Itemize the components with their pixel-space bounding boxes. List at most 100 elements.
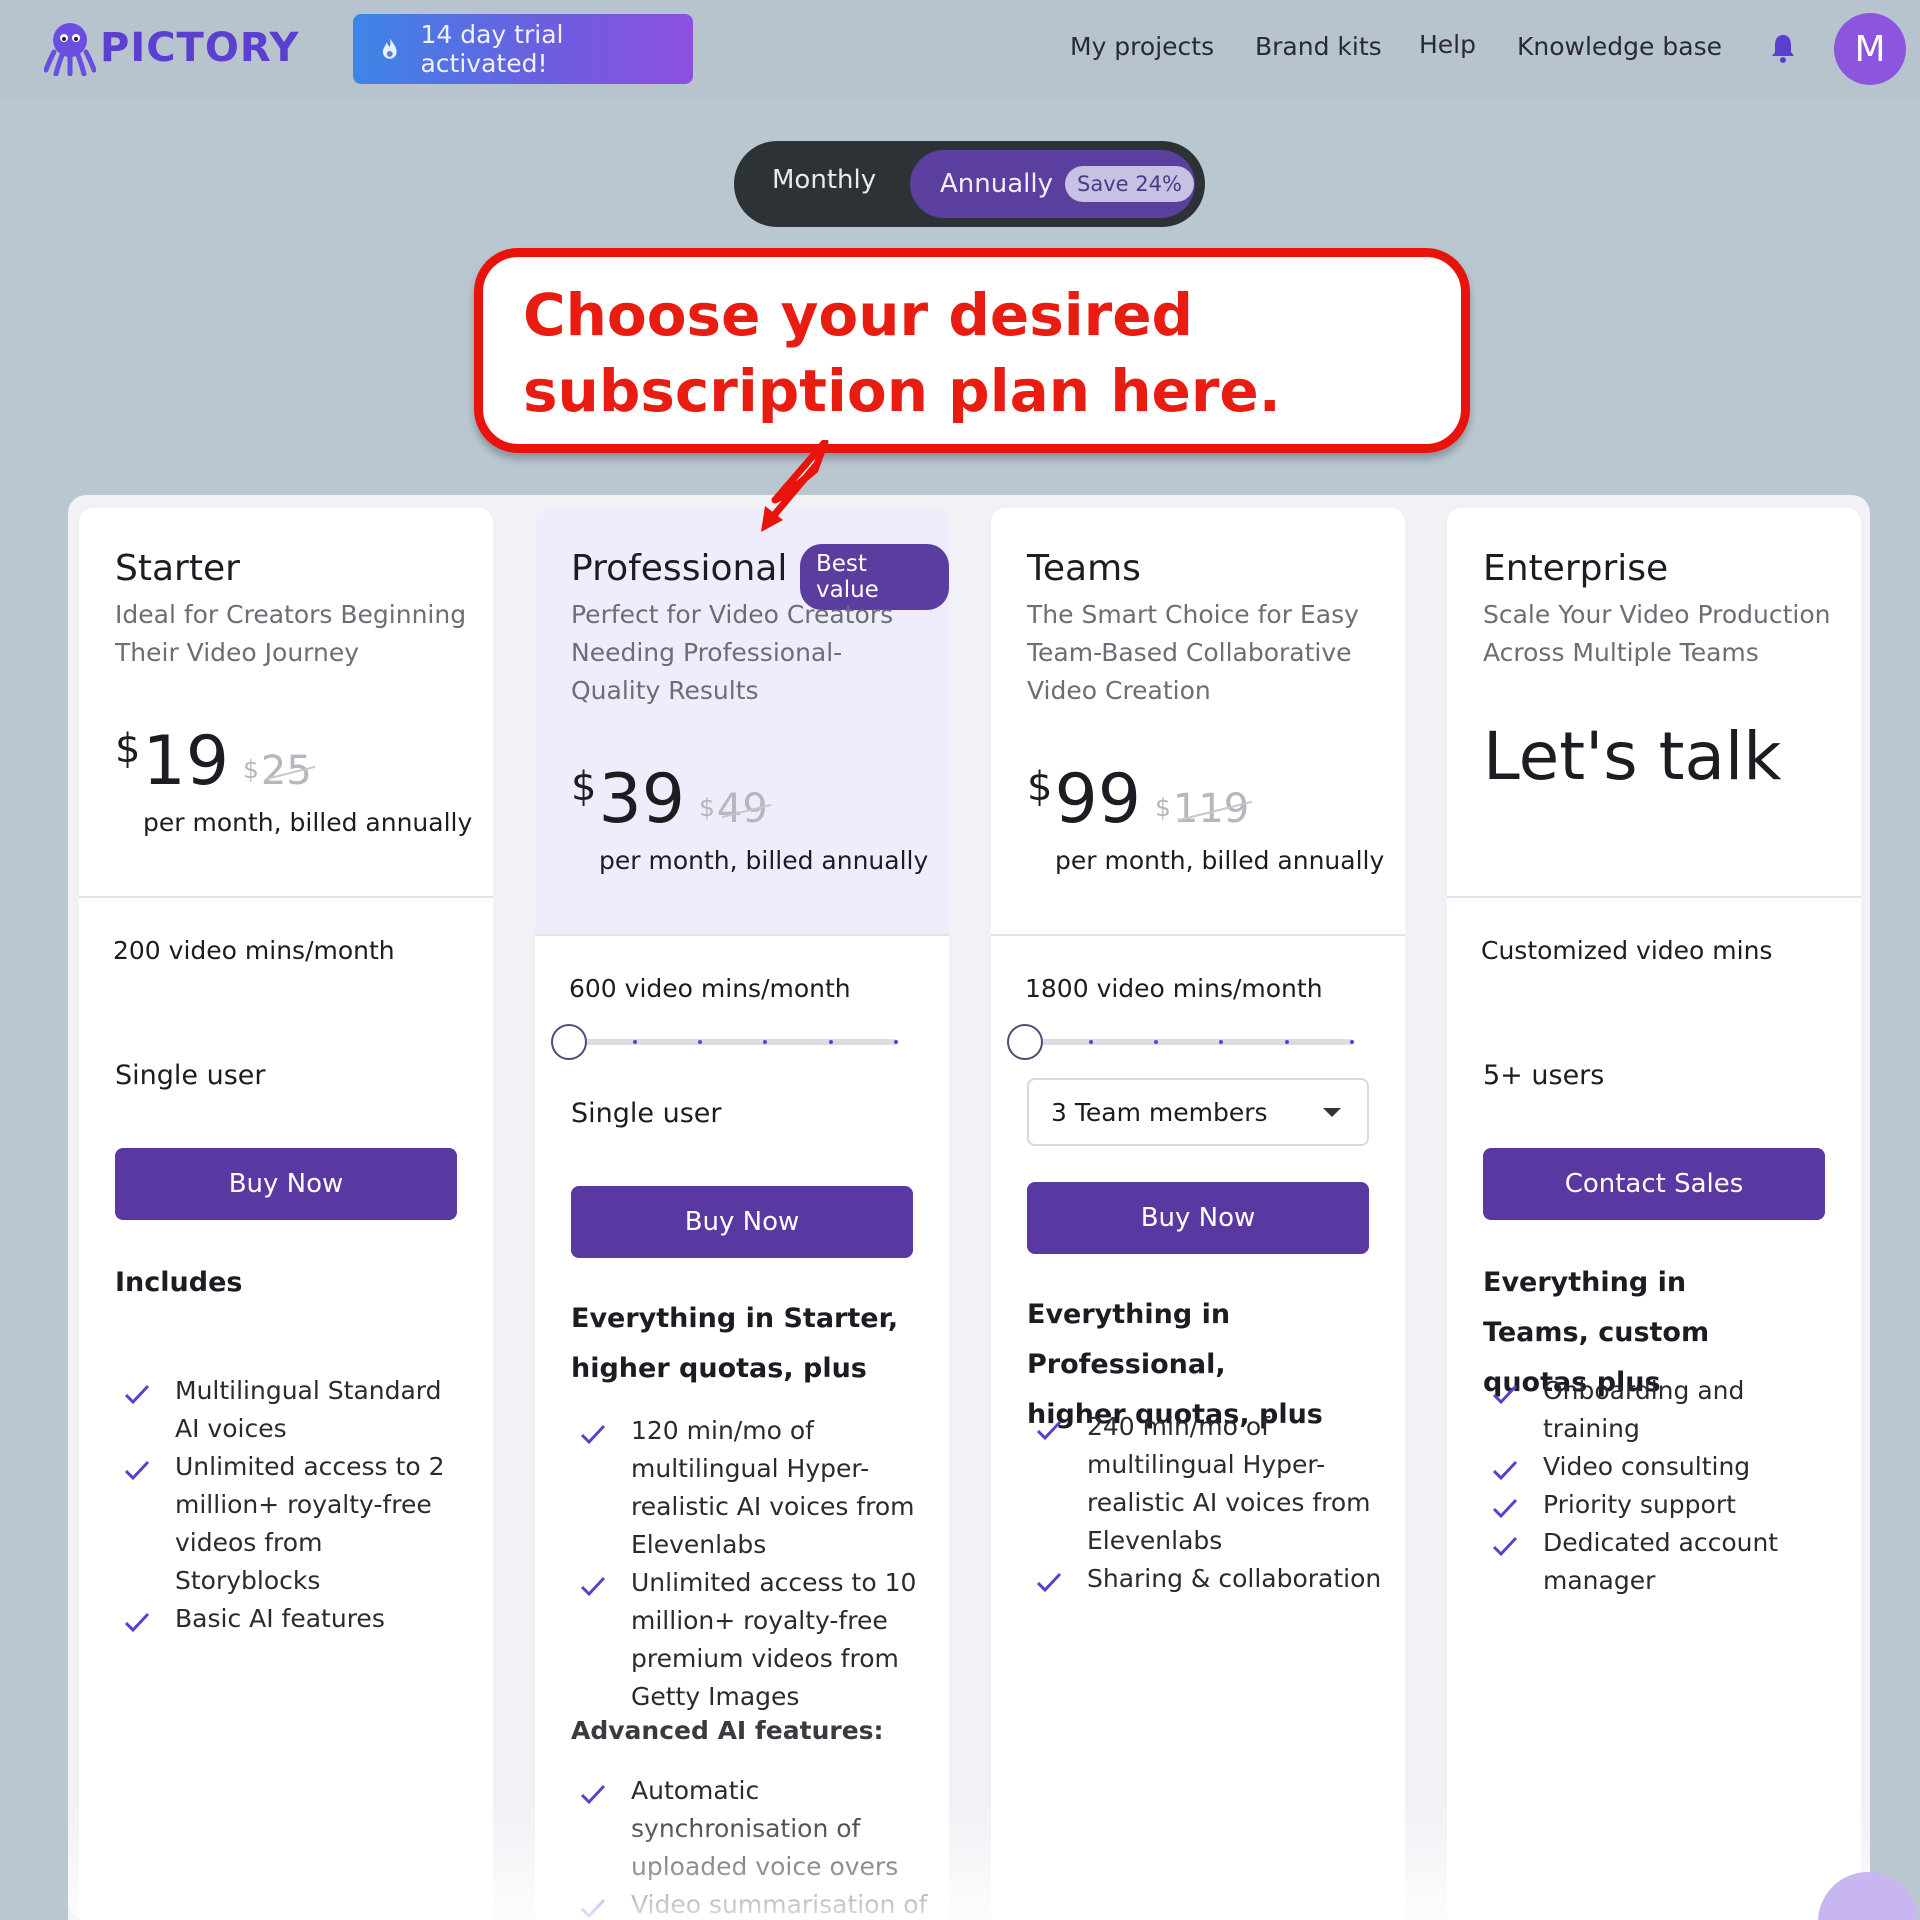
user-avatar[interactable]: M — [1834, 13, 1906, 85]
pictory-logo[interactable]: PICTORY — [44, 20, 299, 76]
octopus-logo-icon — [44, 23, 96, 76]
currency-symbol: $ — [1027, 764, 1053, 810]
minutes-slider[interactable] — [1007, 1022, 1377, 1062]
bell-icon[interactable] — [1768, 32, 1798, 64]
feature-item: Onboarding and training — [1491, 1372, 1841, 1448]
feature-list: Onboarding and training Video consulting… — [1491, 1372, 1841, 1600]
toggle-annually-label: Annually — [940, 169, 1053, 199]
minutes-slider[interactable] — [551, 1022, 921, 1062]
user-count: Single user — [115, 1060, 266, 1091]
nav-help[interactable]: Help — [1419, 30, 1476, 59]
feature-list: Multilingual Standard AI voices Unlimite… — [123, 1372, 473, 1638]
slider-tick — [894, 1040, 898, 1044]
plan-description: Perfect for Video Creators Needing Profe… — [571, 600, 894, 705]
feature-item: Dedicated account manager — [1491, 1524, 1841, 1600]
slider-tick — [1285, 1040, 1289, 1044]
user-count: 5+ users — [1483, 1060, 1605, 1091]
buy-now-button[interactable]: Buy Now — [571, 1186, 913, 1258]
slider-tick — [1350, 1040, 1354, 1044]
trial-banner[interactable]: 14 day trial activated! — [353, 14, 693, 84]
feature-item: Sharing & collaboration — [1035, 1560, 1385, 1598]
plan-price: $ 19 $25 — [115, 722, 312, 801]
old-price: $49 — [698, 786, 768, 832]
checkmark-icon — [124, 1384, 150, 1405]
plan-name: Professional — [571, 548, 788, 589]
slider-thumb[interactable] — [551, 1024, 587, 1060]
checkmark-icon — [580, 1784, 606, 1805]
video-mins: 600 video mins/month — [569, 974, 851, 1003]
checkmark-icon — [580, 1576, 606, 1597]
plan-name: Starter — [115, 548, 240, 589]
includes-heading: Includes — [115, 1267, 243, 1298]
slider-tick — [1154, 1040, 1158, 1044]
feature-list: 120 min/mo of multilingual Hyper-realist… — [579, 1412, 929, 1716]
checkmark-icon — [1036, 1420, 1062, 1441]
team-members-select[interactable]: 3 Team members — [1027, 1078, 1369, 1146]
checkmark-icon — [1492, 1384, 1518, 1405]
includes-heading: Everything in Starter, higher quotas, pl… — [571, 1303, 899, 1384]
video-mins: 1800 video mins/month — [1025, 974, 1323, 1003]
toggle-annually[interactable]: Annually Save 24% — [910, 150, 1195, 218]
checkmark-icon — [580, 1424, 606, 1445]
feature-item: 240 min/mo of multilingual Hyper-realist… — [1035, 1408, 1385, 1560]
video-mins: 200 video mins/month — [113, 936, 395, 965]
slider-tick — [763, 1040, 767, 1044]
slider-tick — [698, 1040, 702, 1044]
currency-symbol: $ — [115, 726, 141, 772]
feature-item: Unlimited access to 10 million+ royalty-… — [579, 1564, 929, 1716]
team-members-value: 3 Team members — [1051, 1097, 1268, 1127]
slider-track — [1025, 1039, 1353, 1045]
plan-name: Teams — [1027, 548, 1141, 589]
save-badge: Save 24% — [1065, 166, 1194, 202]
checkmark-icon — [124, 1612, 150, 1633]
contact-sales-button[interactable]: Contact Sales — [1483, 1148, 1825, 1220]
checkmark-icon — [1492, 1498, 1518, 1519]
slider-tick — [633, 1040, 637, 1044]
slider-track — [569, 1039, 897, 1045]
flame-icon — [382, 38, 397, 59]
top-bar: PICTORY 14 day trial activated! My proje… — [0, 0, 1920, 98]
price-amount: 39 — [598, 760, 685, 839]
currency-symbol: $ — [571, 764, 597, 810]
price-amount: 19 — [142, 722, 229, 801]
checkmark-icon — [124, 1460, 150, 1481]
feature-item: Basic AI features — [123, 1600, 473, 1638]
billing-note: per month, billed annually — [599, 846, 929, 875]
plan-card-teams: Teams The Smart Choice for Easy Team-Bas… — [991, 508, 1405, 1920]
plan-description: The Smart Choice for Easy Team-Based Col… — [1027, 600, 1359, 705]
plan-price: $ 39 $49 — [571, 760, 768, 839]
nav-my-projects[interactable]: My projects — [1070, 32, 1214, 61]
caret-down-icon — [1323, 1108, 1341, 1117]
toggle-monthly[interactable]: Monthly — [772, 165, 876, 195]
advanced-feature-list: Automatic synchronisation of uploaded vo… — [579, 1772, 929, 1920]
slider-tick — [1219, 1040, 1223, 1044]
feature-item: Video summarisation of — [579, 1886, 929, 1920]
feature-item: Video consulting — [1491, 1448, 1841, 1486]
video-mins: Customized video mins — [1481, 936, 1773, 965]
feature-item: Automatic synchronisation of uploaded vo… — [579, 1772, 929, 1886]
trial-text: 14 day trial activated! — [420, 20, 564, 78]
price-amount: 99 — [1054, 760, 1141, 839]
old-price: $25 — [242, 748, 312, 794]
feature-item: Unlimited access to 2 million+ royalty-f… — [123, 1448, 473, 1600]
buy-now-button[interactable]: Buy Now — [115, 1148, 457, 1220]
callout-arrow-icon — [761, 440, 829, 532]
nav-brand-kits[interactable]: Brand kits — [1255, 32, 1382, 61]
plan-card-starter: Starter Ideal for Creators Beginning The… — [79, 508, 493, 1920]
feature-item: 120 min/mo of multilingual Hyper-realist… — [579, 1412, 929, 1564]
slider-tick — [1089, 1040, 1093, 1044]
checkmark-icon — [1492, 1536, 1518, 1557]
checkmark-icon — [580, 1898, 606, 1919]
slider-thumb[interactable] — [1007, 1024, 1043, 1060]
billing-toggle: Monthly Annually Save 24% — [734, 141, 1205, 227]
feature-item: Priority support — [1491, 1486, 1841, 1524]
plan-name: Enterprise — [1483, 548, 1669, 589]
plan-description: Scale Your Video Production Across Multi… — [1483, 600, 1831, 667]
advanced-features-heading: Advanced AI features: — [571, 1716, 884, 1745]
buy-now-button[interactable]: Buy Now — [1027, 1182, 1369, 1254]
plan-description: Ideal for Creators Beginning Their Video… — [115, 600, 467, 667]
checkmark-icon — [1492, 1460, 1518, 1481]
logo-text: PICTORY — [100, 25, 300, 71]
nav-knowledge-base[interactable]: Knowledge base — [1517, 32, 1722, 61]
plan-price: $ 99 $119 — [1027, 760, 1249, 839]
